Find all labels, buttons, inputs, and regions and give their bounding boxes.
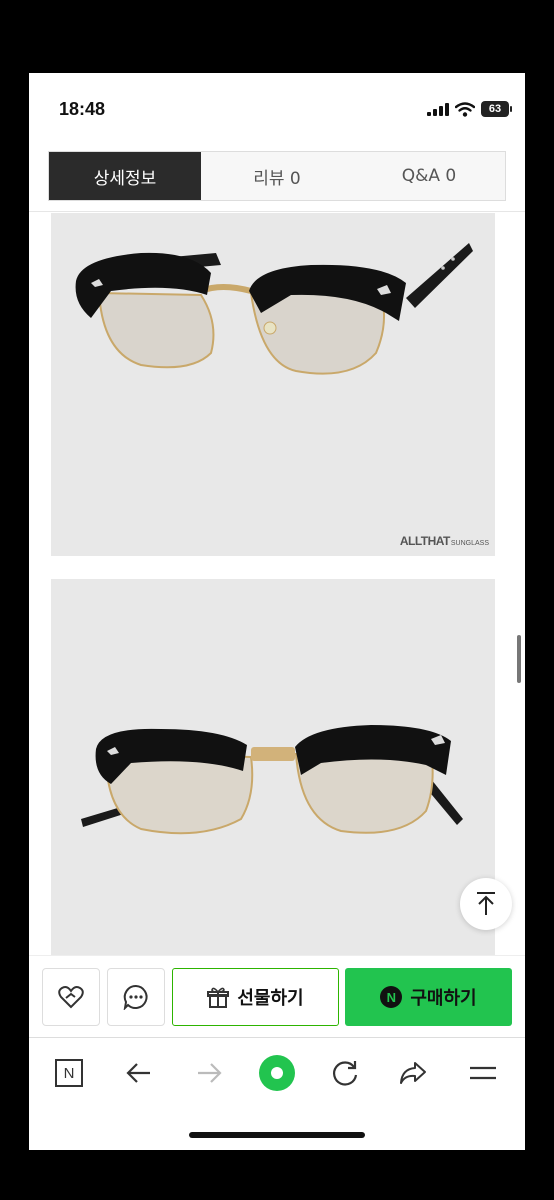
tab-qna[interactable]: Q&A 0 xyxy=(353,152,505,200)
menu-button[interactable] xyxy=(465,1055,501,1091)
gift-label: 선물하기 xyxy=(237,988,304,1009)
heart-icon xyxy=(58,986,84,1009)
wishlist-button[interactable] xyxy=(42,968,100,1026)
tab-details[interactable]: 상세정보 xyxy=(49,152,201,200)
naver-home-button[interactable]: N xyxy=(51,1055,87,1091)
status-time: 18:48 xyxy=(59,99,106,119)
signal-icon xyxy=(427,103,449,116)
chat-button[interactable] xyxy=(107,968,165,1026)
chat-bubble-icon xyxy=(123,984,148,1010)
scrollbar[interactable] xyxy=(517,635,521,683)
green-dot-button[interactable] xyxy=(259,1055,295,1091)
detail-tabs: 상세정보 리뷰 0 Q&A 0 xyxy=(48,151,506,201)
battery-icon: 63 xyxy=(481,101,512,117)
scroll-to-top-button[interactable] xyxy=(460,878,512,930)
npay-icon: N xyxy=(380,986,403,1008)
browser-toolbar: N xyxy=(29,1037,525,1107)
glasses-front-illustration xyxy=(75,243,473,375)
share-arrow-icon xyxy=(400,1062,426,1084)
gift-icon xyxy=(207,987,230,1008)
product-image-front: ALLTHATSUNGLASS xyxy=(51,213,495,556)
brand-watermark: ALLTHATSUNGLASS xyxy=(399,534,489,548)
arrow-left-icon xyxy=(126,1063,150,1083)
refresh-icon xyxy=(333,1061,358,1086)
arrow-up-to-top-icon xyxy=(477,892,495,915)
menu-icon xyxy=(470,1066,496,1080)
purchase-action-bar: 선물하기 N 구매하기 xyxy=(29,955,525,1037)
refresh-button[interactable] xyxy=(327,1055,363,1091)
gift-button[interactable]: 선물하기 xyxy=(172,968,339,1026)
tab-reviews[interactable]: 리뷰 0 xyxy=(201,152,353,200)
glasses-angle-illustration xyxy=(81,725,463,835)
buy-button[interactable]: N 구매하기 xyxy=(345,968,512,1026)
product-image-angle xyxy=(51,579,495,959)
naver-n-icon: N xyxy=(55,1059,83,1087)
status-bar: 18:48 63 xyxy=(29,73,525,145)
share-button[interactable] xyxy=(395,1055,431,1091)
home-indicator xyxy=(189,1132,365,1138)
wifi-icon xyxy=(455,101,475,117)
status-icons: 63 xyxy=(427,99,512,119)
green-dot-icon xyxy=(259,1055,295,1091)
arrow-right-icon xyxy=(198,1063,222,1083)
divider xyxy=(29,211,525,212)
phone-screen: 18:48 63 상세정보 리뷰 0 Q&A 0 ALLTHATSUNGLASS… xyxy=(29,73,525,1150)
forward-button[interactable] xyxy=(191,1055,227,1091)
back-button[interactable] xyxy=(121,1055,157,1091)
buy-label: 구매하기 xyxy=(410,988,477,1009)
